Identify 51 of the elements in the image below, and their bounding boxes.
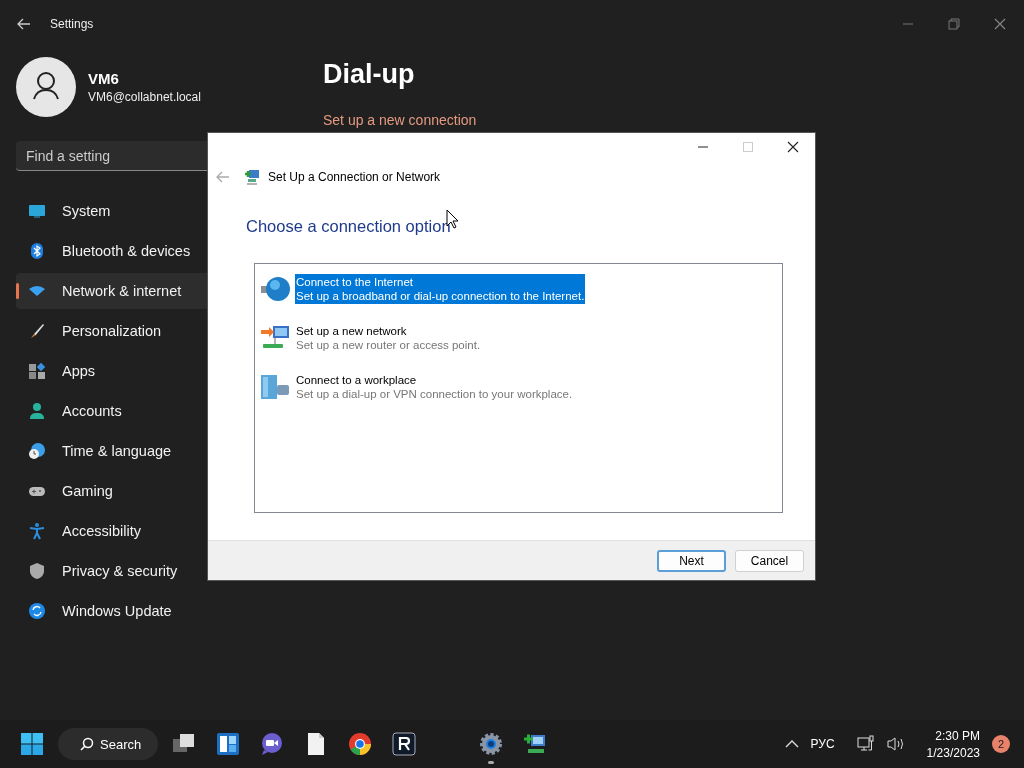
network-setup-icon — [244, 169, 260, 185]
maximize-icon — [742, 141, 754, 153]
page-title: Dial-up — [323, 59, 416, 90]
close-icon[interactable] — [787, 141, 799, 153]
user-email: VM6@collabnet.local — [88, 90, 201, 104]
language-indicator[interactable]: РУС — [810, 737, 835, 751]
browser-icon[interactable] — [348, 732, 372, 756]
nav-item[interactable]: Time & language — [16, 433, 300, 469]
network-setup-icon[interactable] — [523, 732, 547, 756]
widgets-icon[interactable] — [216, 732, 240, 756]
shield-icon — [28, 562, 46, 580]
nav-item[interactable]: Windows Update — [16, 593, 300, 629]
network-icon[interactable] — [856, 735, 875, 753]
user-name: VM6 — [88, 70, 120, 87]
dialog-title: Set Up a Connection or Network — [268, 170, 441, 184]
apps-icon — [28, 362, 46, 380]
avatar-icon — [16, 57, 76, 117]
clock-time[interactable]: 2:30 PM — [935, 728, 980, 743]
dialog-heading: Choose a connection option — [246, 217, 451, 236]
nav-item[interactable]: Accessibility — [16, 513, 300, 549]
option-item[interactable]: Connect to a workplace Set up a dial-up or VPN connection to your workplace. — [295, 372, 574, 402]
bluetooth-icon — [28, 242, 46, 260]
chevron-up-icon[interactable] — [784, 739, 799, 749]
new-connection-link[interactable]: Set up a new connection — [323, 112, 477, 128]
nav-item[interactable]: Privacy & security — [16, 553, 300, 589]
update-icon — [28, 602, 46, 620]
nav-item[interactable]: Bluetooth & devices — [16, 233, 300, 269]
clock-date[interactable]: 1/23/2023 — [926, 745, 980, 760]
gear-icon[interactable] — [479, 732, 503, 756]
restore-icon[interactable] — [948, 18, 960, 30]
option-item[interactable]: Connect to the Internet Set up a broadband or dial-up connection to the Internet. — [295, 274, 586, 304]
nav-item[interactable]: Gaming — [16, 473, 300, 509]
video-chat-icon[interactable] — [260, 732, 284, 756]
globe-icon — [259, 275, 291, 303]
accessibility-icon — [28, 522, 46, 540]
office-building-icon — [259, 373, 291, 401]
window-title: Settings — [50, 17, 94, 31]
search-icon — [80, 737, 94, 751]
volume-icon[interactable] — [886, 736, 905, 752]
notification-badge[interactable]: 2 — [992, 735, 1010, 753]
r-logo-icon[interactable] — [392, 732, 416, 756]
clock-globe-icon — [28, 442, 46, 460]
person-icon — [28, 402, 46, 420]
cancel-button[interactable]: Cancel — [735, 549, 804, 572]
back-icon[interactable] — [17, 18, 31, 30]
option-item[interactable]: Set up a new network Set up a new router or access point. — [295, 323, 482, 353]
start-icon[interactable] — [20, 732, 44, 756]
monitor-icon — [28, 202, 46, 220]
search-button[interactable]: Search — [58, 728, 158, 760]
brush-icon — [28, 322, 46, 340]
next-button[interactable]: Next — [657, 549, 726, 572]
